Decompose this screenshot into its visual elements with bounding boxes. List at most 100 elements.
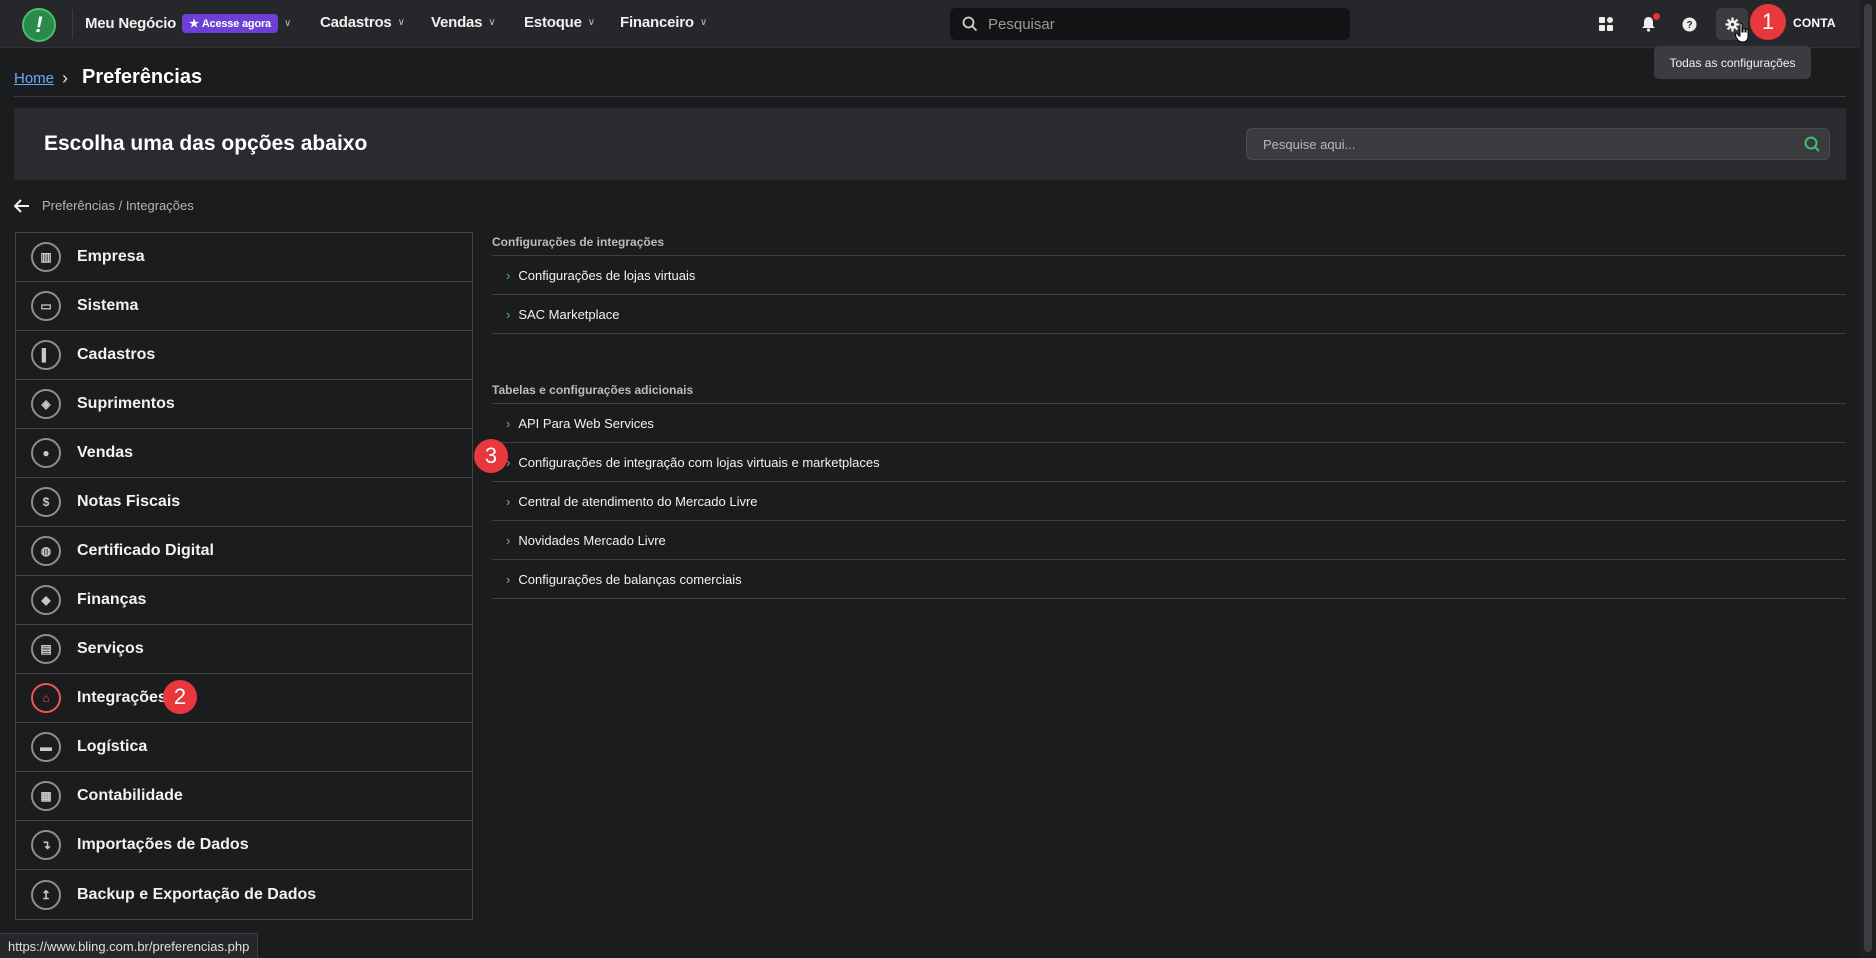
preferences-menu: ▥ Empresa ▭ Sistema ▌ Cadastros ◈ Suprimento…: [15, 232, 473, 920]
nav-estoque-label: Estoque: [524, 14, 582, 31]
help-icon[interactable]: ?: [1677, 12, 1701, 36]
status-url: https://www.bling.com.br/preferencias.ph…: [0, 933, 259, 958]
link-label: API Para Web Services: [518, 415, 654, 431]
menu-item-importacoes[interactable]: ↴ Importações de Dados: [16, 821, 472, 870]
integrations-panel: Configurações de integrações › Configuraç…: [492, 228, 1846, 599]
nav-cadastros[interactable]: Cadastros ∨: [320, 14, 405, 31]
link-lojas-virtuais[interactable]: › Configurações de lojas virtuais: [492, 256, 1846, 295]
link-label: Novidades Mercado Livre: [518, 532, 666, 548]
menu-item-label: Suprimentos: [77, 395, 175, 412]
menu-item-label: Importações de Dados: [77, 836, 249, 853]
account-button[interactable]: CONTA: [1793, 16, 1836, 30]
menu-item-label: Integrações: [77, 689, 167, 706]
menu-item-sistema[interactable]: ▭ Sistema: [16, 282, 472, 331]
nav-estoque[interactable]: Estoque ∨: [524, 14, 595, 31]
menu-item-suprimentos[interactable]: ◈ Suprimentos: [16, 380, 472, 429]
chevron-down-icon: ∨: [699, 17, 707, 28]
calculator-icon: ▦: [31, 781, 61, 811]
apps-icon[interactable]: [1594, 12, 1618, 36]
link-label: Configurações de integração com lojas vi…: [518, 454, 880, 470]
menu-item-label: Cadastros: [77, 346, 156, 363]
menu-item-label: Empresa: [77, 248, 145, 265]
import-icon: ↴: [31, 830, 61, 860]
preferences-search[interactable]: [1246, 128, 1830, 160]
chevron-down-icon: ∨: [283, 18, 292, 29]
menu-item-label: Backup e Exportação de Dados: [77, 885, 317, 903]
global-search[interactable]: [950, 8, 1350, 40]
link-label: Configurações de lojas virtuais: [518, 267, 696, 283]
menu-item-integracoes[interactable]: ⌂ Integrações: [16, 674, 472, 723]
options-banner: Escolha uma das opções abaixo: [14, 108, 1846, 180]
users-icon: ●: [31, 438, 61, 468]
clipboard-icon: ▤: [31, 634, 61, 664]
menu-item-empresa[interactable]: ▥ Empresa: [16, 233, 472, 282]
receipt-icon: $: [31, 487, 61, 517]
acesse-agora-label: Acesse agora: [201, 17, 271, 30]
chevron-right-icon: ›: [506, 493, 511, 509]
scrollbar-thumb[interactable]: [1864, 4, 1872, 952]
menu-item-label: Finanças: [77, 591, 147, 608]
chevron-right-icon: ›: [506, 532, 511, 548]
menu-item-servicos[interactable]: ▤ Serviços: [16, 625, 472, 674]
settings-tooltip: Todas as configurações: [1654, 46, 1811, 79]
plug-icon: ⌂: [31, 683, 61, 713]
subpath-row: Preferências / Integrações: [14, 198, 194, 213]
export-icon: ↥: [31, 879, 61, 910]
chevron-down-icon: ∨: [587, 17, 595, 28]
truck-icon: ▬: [31, 732, 61, 762]
link-central-mercado-livre[interactable]: › Central de atendimento do Mercado Livre: [492, 482, 1846, 521]
business-menu[interactable]: Meu Negócio ★ Acesse agora ∨: [85, 14, 291, 33]
lock-icon: ◍: [31, 536, 61, 566]
menu-item-label: Sistema: [77, 297, 139, 314]
menu-item-financas[interactable]: ◆ Finanças: [16, 576, 472, 625]
menu-item-label: Certificado Digital: [77, 542, 214, 559]
menu-item-label: Serviços: [77, 640, 144, 657]
link-api-web-services[interactable]: › API Para Web Services: [492, 404, 1846, 443]
breadcrumb-home-link[interactable]: Home: [14, 70, 54, 87]
link-label: SAC Marketplace: [518, 306, 620, 322]
link-novidades-mercado-livre[interactable]: › Novidades Mercado Livre: [492, 521, 1846, 560]
bling-logo[interactable]: !: [22, 8, 56, 42]
section-title: Tabelas e configurações adicionais: [492, 376, 1846, 404]
search-icon: [962, 16, 978, 32]
menu-item-label: Notas Fiscais: [77, 493, 181, 510]
link-balancas-comerciais[interactable]: › Configurações de balanças comerciais: [492, 560, 1846, 599]
global-search-input[interactable]: [988, 15, 1328, 33]
nav-financeiro[interactable]: Financeiro ∨: [620, 14, 707, 31]
preferences-search-input[interactable]: [1247, 136, 1795, 152]
nav-vendas[interactable]: Vendas ∨: [431, 14, 496, 31]
banner-title: Escolha uma das opções abaixo: [44, 132, 368, 155]
search-icon[interactable]: [1795, 134, 1829, 154]
section-title: Configurações de integrações: [492, 228, 1846, 256]
chevron-down-icon: ∨: [488, 17, 496, 28]
notification-dot: [1653, 13, 1660, 20]
svg-text:?: ?: [1686, 20, 1692, 31]
acesse-agora-badge[interactable]: ★ Acesse agora: [182, 14, 278, 33]
link-label: Configurações de balanças comerciais: [518, 571, 742, 587]
box-icon: ◈: [31, 389, 61, 419]
menu-item-logistica[interactable]: ▬ Logística: [16, 723, 472, 772]
menu-item-vendas[interactable]: ● Vendas: [16, 429, 472, 478]
step-marker: 2: [163, 680, 197, 714]
monitor-icon: ▭: [31, 291, 61, 321]
step-marker: 3: [474, 439, 508, 473]
menu-item-cadastros[interactable]: ▌ Cadastros: [16, 331, 472, 380]
link-integracao-lojas-marketplaces[interactable]: › Configurações de integração com lojas v…: [492, 443, 1846, 482]
hand-cursor-icon: [1735, 22, 1749, 43]
book-icon: ▌: [31, 340, 61, 370]
nav-vendas-label: Vendas: [431, 14, 483, 31]
menu-item-label: Contabilidade: [77, 787, 183, 804]
menu-item-notas-fiscais[interactable]: $ Notas Fiscais: [16, 478, 472, 527]
business-label: Meu Negócio: [85, 15, 177, 32]
arrow-left-icon[interactable]: [14, 198, 30, 213]
menu-item-label: Logística: [77, 738, 148, 755]
menu-item-backup[interactable]: ↥ Backup e Exportação de Dados: [16, 870, 472, 919]
menu-item-certificado-digital[interactable]: ◍ Certificado Digital: [16, 527, 472, 576]
menu-item-contabilidade[interactable]: ▦ Contabilidade: [16, 772, 472, 821]
link-sac-marketplace[interactable]: › SAC Marketplace: [492, 295, 1846, 334]
top-navigation-bar: ! Meu Negócio ★ Acesse agora ∨ Cadastros…: [0, 0, 1860, 48]
divider: [72, 10, 73, 38]
nav-financeiro-label: Financeiro: [620, 14, 694, 31]
subpath-label: Preferências / Integrações: [42, 198, 194, 213]
